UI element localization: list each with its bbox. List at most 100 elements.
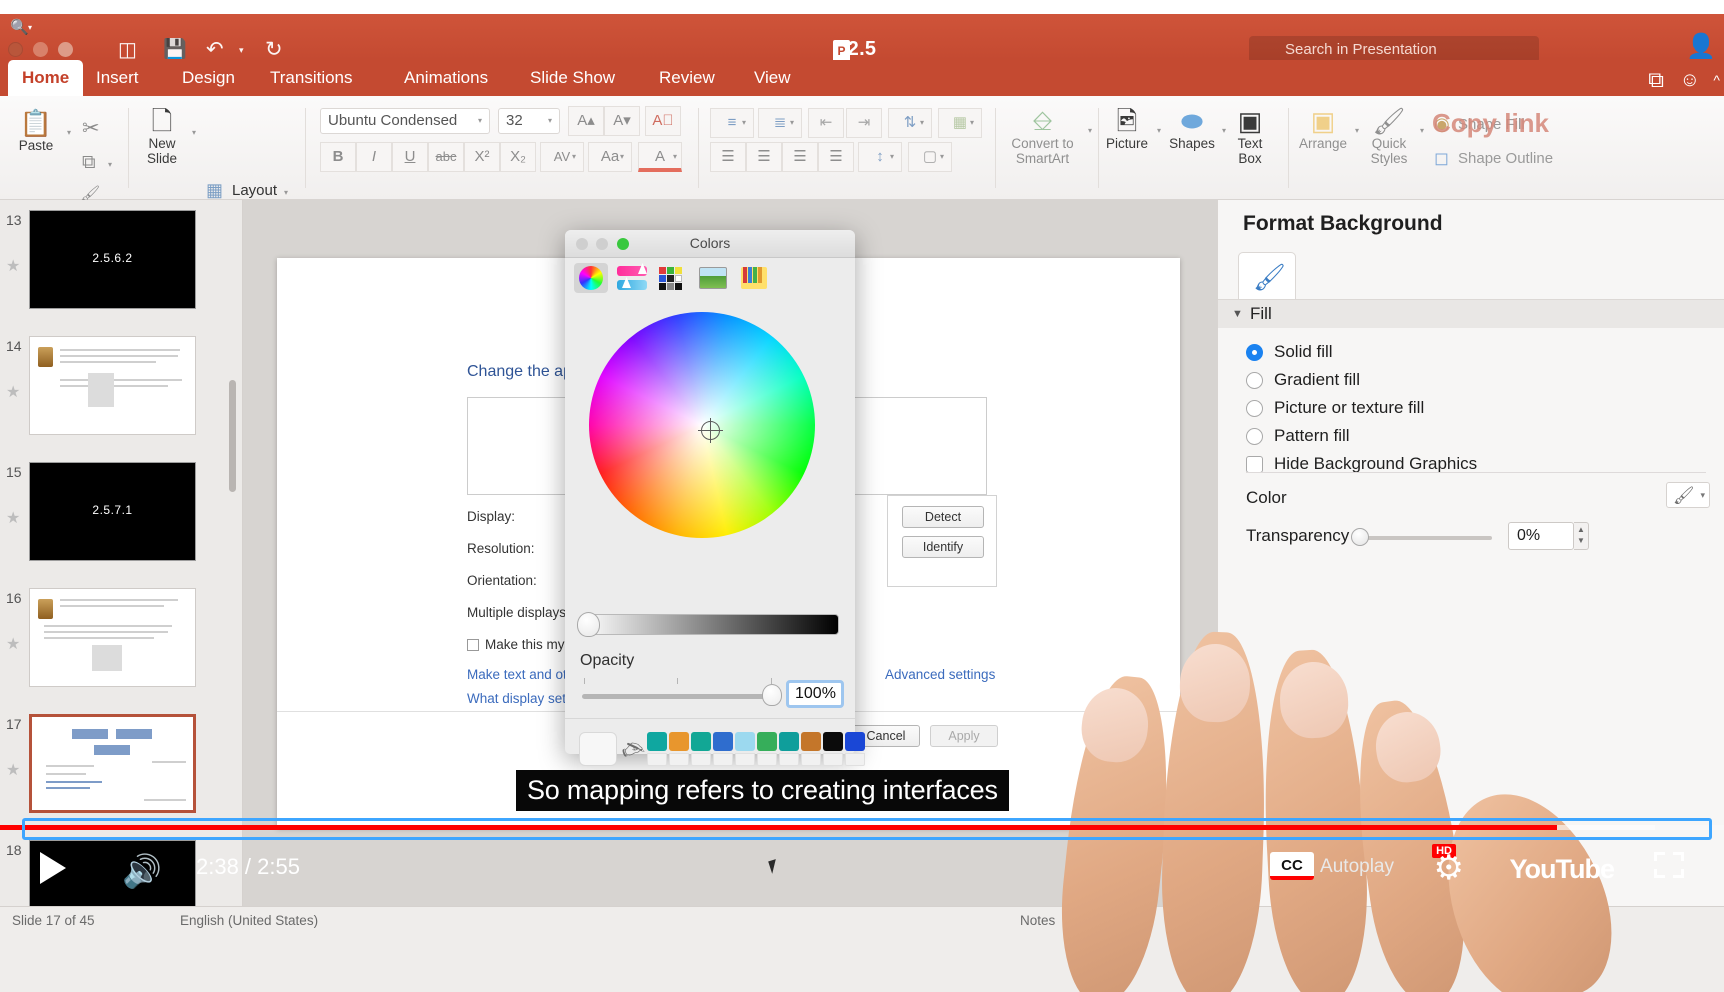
grow-font-button[interactable]: A▴ bbox=[568, 106, 604, 136]
shapes-button[interactable]: ⬬ Shapes bbox=[1163, 106, 1221, 151]
brightness-slider-knob[interactable] bbox=[577, 612, 600, 637]
thumbnail-image[interactable]: 2.5.6.2 bbox=[29, 210, 196, 309]
tab-animations[interactable]: Animations bbox=[390, 60, 502, 96]
swatch-5[interactable] bbox=[757, 732, 777, 751]
align-text-caret-icon[interactable]: ▾ bbox=[940, 152, 944, 161]
color-picker-button[interactable]: 🖌 ▾ bbox=[1666, 482, 1710, 508]
advanced-settings-link[interactable]: Advanced settings bbox=[885, 667, 995, 682]
arrange-caret-icon[interactable]: ▾ bbox=[1355, 126, 1359, 135]
transparency-stepper[interactable]: ▲ ▼ bbox=[1574, 522, 1589, 550]
swatch-2[interactable] bbox=[691, 732, 711, 751]
swatch-8[interactable] bbox=[823, 732, 843, 751]
swatch-3[interactable] bbox=[713, 732, 733, 751]
account-icon[interactable]: 👤 bbox=[1686, 32, 1716, 61]
radio-icon[interactable] bbox=[1246, 344, 1263, 361]
numbering-caret-icon[interactable]: ▾ bbox=[790, 118, 794, 127]
make-main-display-checkbox[interactable]: Make this my m bbox=[467, 637, 580, 652]
superscript-button[interactable]: X² bbox=[464, 142, 500, 172]
duplicate-icon[interactable]: ⧉ bbox=[1648, 67, 1664, 93]
new-slide-dropdown-caret-icon[interactable]: ▾ bbox=[192, 128, 196, 137]
color-wheel-icon[interactable] bbox=[574, 263, 608, 293]
shrink-font-button[interactable]: A▾ bbox=[604, 106, 640, 136]
color-sliders-icon[interactable] bbox=[615, 263, 649, 293]
increase-indent-button[interactable]: ⇥ bbox=[846, 108, 882, 138]
convert-to-smartart-button[interactable]: ⎒ Convert to SmartArt bbox=[1000, 106, 1085, 166]
columns-caret-icon[interactable]: ▾ bbox=[970, 118, 974, 127]
decrease-indent-button[interactable]: ⇤ bbox=[808, 108, 844, 138]
identify-button[interactable]: Identify bbox=[902, 536, 984, 558]
pencils-icon[interactable] bbox=[737, 263, 771, 293]
search-icon[interactable]: 🔍 bbox=[10, 18, 29, 36]
transparency-slider[interactable] bbox=[1358, 536, 1492, 540]
thumbnail-image[interactable] bbox=[29, 336, 196, 435]
layout-dropdown-caret-icon[interactable]: ▾ bbox=[284, 188, 288, 197]
current-color-well[interactable] bbox=[579, 732, 617, 766]
new-slide-button[interactable]: 🗋 New Slide bbox=[134, 106, 190, 166]
opacity-slider[interactable] bbox=[582, 694, 771, 699]
fullscreen-icon[interactable] bbox=[1654, 852, 1684, 878]
align-text-button[interactable]: ▢ bbox=[908, 142, 952, 172]
image-palettes-icon[interactable] bbox=[696, 263, 730, 293]
tab-slide-show[interactable]: Slide Show bbox=[516, 60, 629, 96]
thumbnail-image[interactable]: 2.5.7.1 bbox=[29, 462, 196, 561]
display-settings-link[interactable]: What display settin bbox=[467, 691, 580, 706]
align-center-button[interactable]: ☰ bbox=[746, 142, 782, 172]
color-palettes-icon[interactable] bbox=[656, 263, 690, 293]
tab-home[interactable]: Home bbox=[8, 60, 84, 96]
tab-fill[interactable]: 🖌 bbox=[1238, 252, 1296, 300]
quick-styles-button[interactable]: 🖌 Quick Styles bbox=[1360, 106, 1418, 166]
bold-button[interactable]: B bbox=[320, 142, 356, 172]
radio-icon[interactable] bbox=[1246, 372, 1263, 389]
swatch-9[interactable] bbox=[845, 732, 865, 751]
checkbox-icon[interactable] bbox=[1246, 456, 1263, 473]
smartart-caret-icon[interactable]: ▾ bbox=[1088, 126, 1092, 135]
volume-icon[interactable]: 🔊 bbox=[122, 852, 162, 890]
character-spacing-button[interactable]: AV bbox=[540, 142, 584, 172]
gear-icon[interactable]: ⚙ bbox=[1434, 848, 1464, 888]
paste-button[interactable]: 📋 Paste bbox=[8, 108, 64, 153]
thumbnail-image[interactable] bbox=[29, 588, 196, 687]
swatch-0[interactable] bbox=[647, 732, 667, 751]
align-left-button[interactable]: ☰ bbox=[710, 142, 746, 172]
swatch-4[interactable] bbox=[735, 732, 755, 751]
font-color-caret-icon[interactable]: ▾ bbox=[673, 152, 677, 161]
slide-thumbnail-pane[interactable]: 13 ★ 2.5.6.2 14 ★ 15 ★ 2.5.7.1 16 ★ 17 ★… bbox=[0, 200, 243, 906]
windows-apply-button[interactable]: Apply bbox=[930, 725, 998, 747]
transparency-value-input[interactable]: 0% bbox=[1508, 522, 1574, 550]
tab-review[interactable]: Review bbox=[645, 60, 729, 96]
shape-outline-icon[interactable]: ◻ bbox=[1434, 148, 1449, 169]
autoplay-label[interactable]: Autoplay bbox=[1320, 856, 1394, 878]
thumbnail-image[interactable] bbox=[29, 714, 196, 813]
font-size-caret-icon[interactable]: ▾ bbox=[548, 116, 552, 125]
chevron-down-icon[interactable]: ▾ bbox=[1700, 490, 1705, 501]
align-right-button[interactable]: ☰ bbox=[782, 142, 818, 172]
stepper-down-icon[interactable]: ▼ bbox=[1577, 536, 1585, 545]
char-spacing-caret-icon[interactable]: ▾ bbox=[572, 152, 576, 161]
text-direction-button[interactable]: ↕ bbox=[858, 142, 902, 172]
opacity-slider-knob[interactable] bbox=[762, 684, 782, 706]
collapse-ribbon-chevron-icon[interactable]: ^ bbox=[1713, 72, 1720, 88]
tab-design[interactable]: Design bbox=[168, 60, 249, 96]
italic-button[interactable]: I bbox=[356, 142, 392, 172]
bulleted-list-button[interactable]: ≡ bbox=[710, 108, 754, 138]
justify-button[interactable]: ☰ bbox=[818, 142, 854, 172]
text-box-button[interactable]: ▣ Text Box bbox=[1228, 106, 1272, 166]
chevron-down-icon[interactable]: ▼ bbox=[1232, 308, 1243, 320]
youtube-logo[interactable]: YouTube bbox=[1510, 854, 1615, 885]
stepper-up-icon[interactable]: ▲ bbox=[1577, 525, 1585, 534]
font-name-caret-icon[interactable]: ▾ bbox=[478, 116, 482, 125]
bullets-caret-icon[interactable]: ▾ bbox=[742, 118, 746, 127]
search-dropdown-caret-icon[interactable]: ▾ bbox=[28, 23, 32, 32]
tab-view[interactable]: View bbox=[740, 60, 805, 96]
cut-icon[interactable]: ✂ bbox=[82, 116, 100, 141]
thumbnail-scrollbar[interactable] bbox=[229, 380, 236, 492]
picture-caret-icon[interactable]: ▾ bbox=[1157, 126, 1161, 135]
line-spacing-button[interactable]: ⇅ bbox=[888, 108, 932, 138]
layout-button[interactable]: Layout bbox=[232, 182, 277, 199]
opacity-value-input[interactable]: 100% bbox=[786, 680, 844, 708]
strikethrough-button[interactable]: abc bbox=[428, 142, 464, 172]
change-case-button[interactable]: Aa bbox=[588, 142, 632, 172]
shape-outline-label[interactable]: Shape Outline bbox=[1458, 150, 1553, 167]
closed-captions-button[interactable]: CC bbox=[1270, 852, 1314, 880]
font-name-input[interactable]: Ubuntu Condensed bbox=[320, 108, 490, 134]
